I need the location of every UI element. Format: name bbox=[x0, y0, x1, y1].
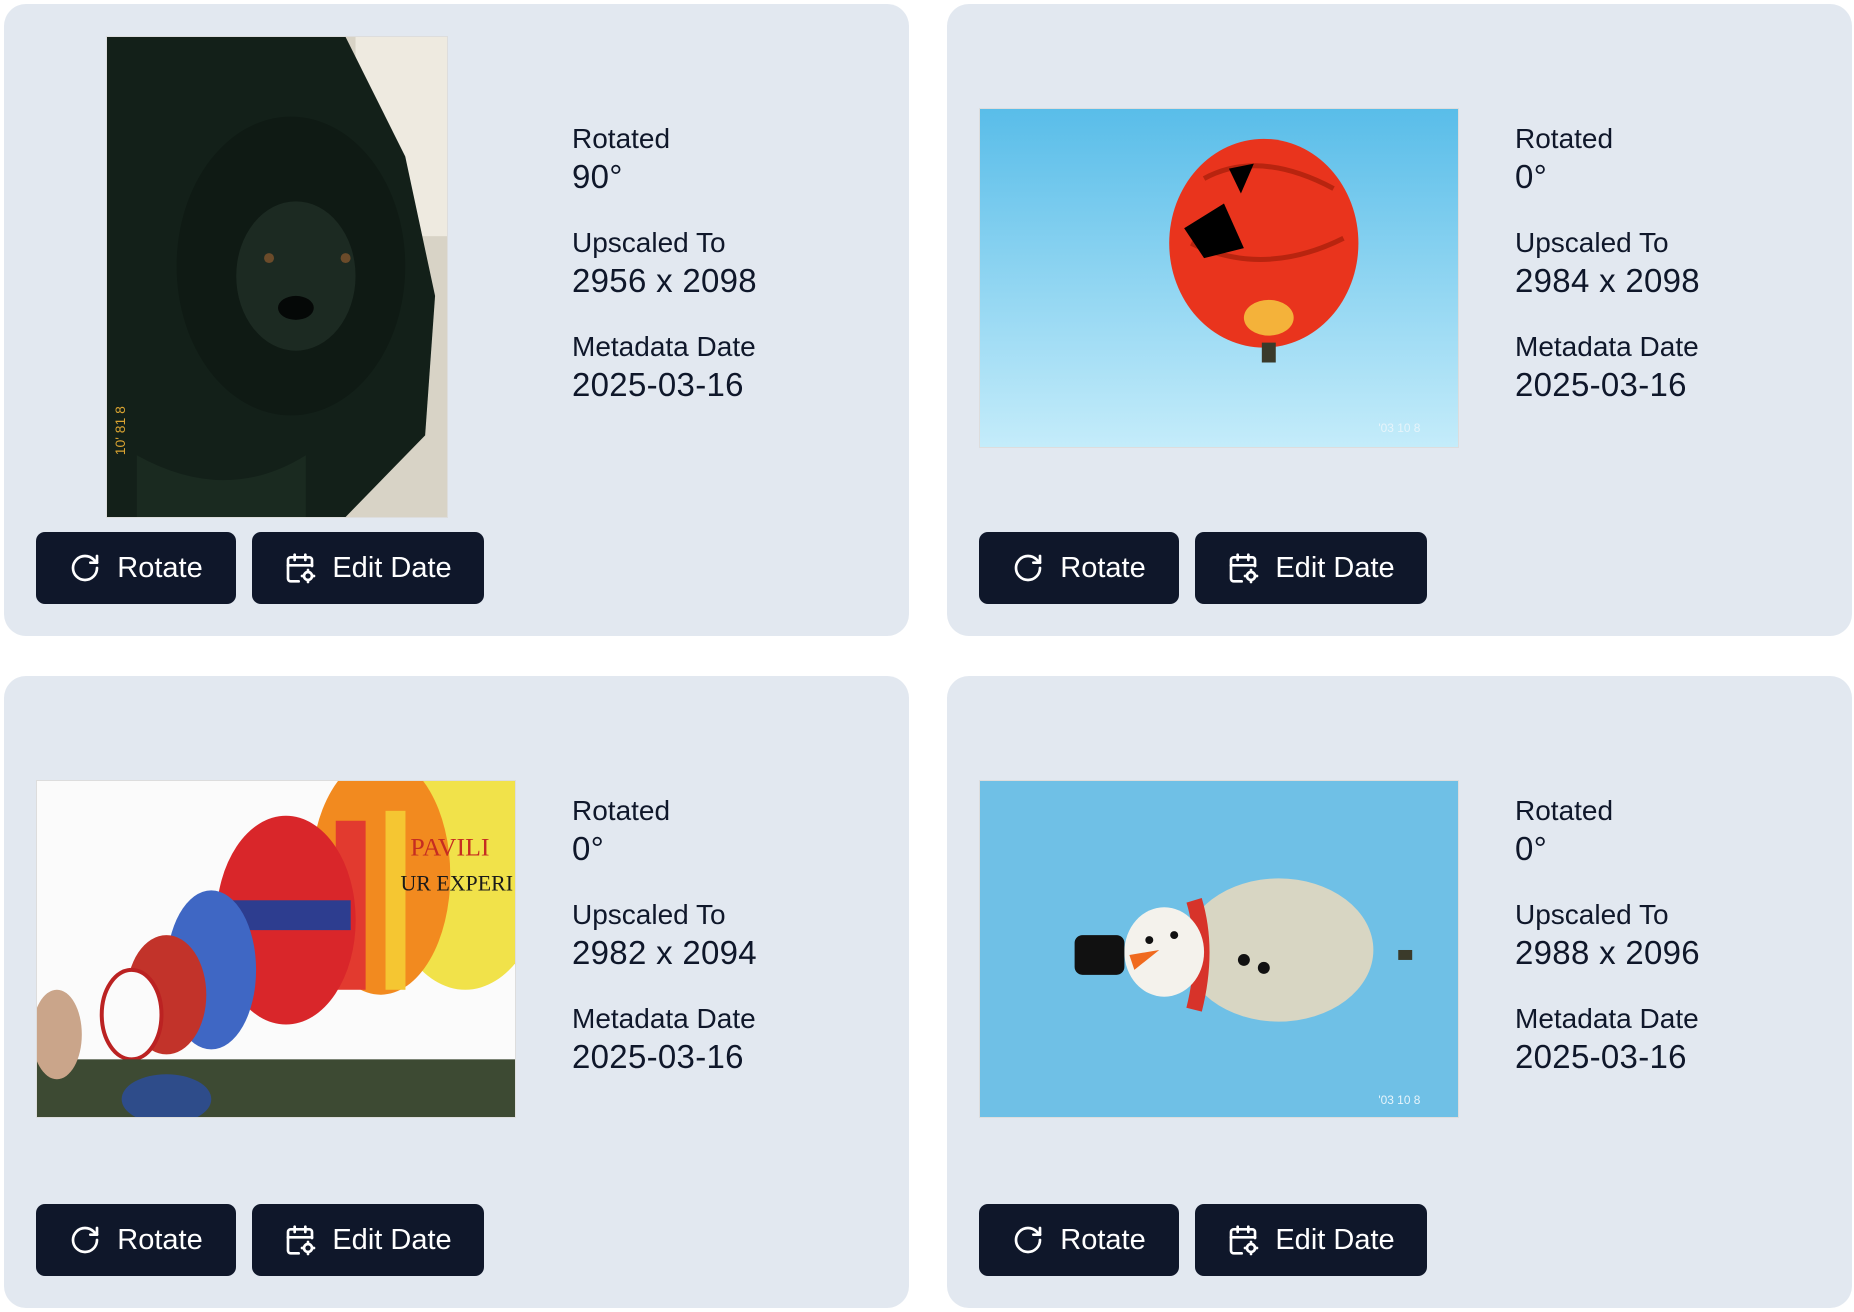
photo-info: Rotated 0° Upscaled To 2984 x 2098 Metad… bbox=[1515, 122, 1700, 406]
edit-date-button-label: Edit Date bbox=[1275, 1223, 1395, 1256]
metadata-date-value: 2025-03-16 bbox=[572, 366, 744, 403]
rotate-button[interactable]: Rotate bbox=[979, 1204, 1179, 1276]
balloon-fiesta-photo: PAVILI UR EXPERI bbox=[36, 780, 516, 1118]
metadata-date-value: 2025-03-16 bbox=[1515, 366, 1687, 403]
upscaled-label: Upscaled To bbox=[1515, 899, 1669, 930]
edit-date-button[interactable]: Edit Date bbox=[252, 1204, 484, 1276]
svg-text:10' 81 8: 10' 81 8 bbox=[112, 406, 128, 455]
photo-card-4: '03 10 8 Rotated 0° Upscaled To 2988 x 2… bbox=[947, 676, 1852, 1308]
rotate-button-label: Rotate bbox=[117, 551, 203, 584]
snowman-balloon-photo: '03 10 8 bbox=[979, 780, 1459, 1118]
rotate-button[interactable]: Rotate bbox=[36, 532, 236, 604]
rotate-button-label: Rotate bbox=[117, 1223, 203, 1256]
rotate-cw-icon bbox=[69, 552, 101, 584]
rotated-label: Rotated bbox=[1515, 123, 1614, 154]
photo-info: Rotated 0° Upscaled To 2988 x 2096 Metad… bbox=[1515, 794, 1700, 1078]
rotate-cw-icon bbox=[69, 1224, 101, 1256]
upscaled-label: Upscaled To bbox=[1515, 227, 1669, 258]
photo-info: Rotated 0° Upscaled To 2982 x 2094 Metad… bbox=[572, 794, 757, 1078]
upscaled-value: 2988 x 2096 bbox=[1515, 934, 1700, 971]
rotated-value: 90° bbox=[572, 158, 623, 195]
metadata-date-label: Metadata Date bbox=[1515, 331, 1699, 362]
photo-card-2: '03 10 8 Rotated 0° Upscaled To 2984 x 2… bbox=[947, 4, 1852, 636]
rotated-label: Rotated bbox=[572, 123, 671, 154]
calendar-cog-icon bbox=[1227, 552, 1259, 584]
svg-text:'03 10 8: '03 10 8 bbox=[1378, 421, 1420, 435]
photo-card-1: 10' 81 8 Rotated 90° Upscaled To 2956 x … bbox=[4, 4, 909, 636]
rotated-value: 0° bbox=[572, 830, 605, 867]
metadata-date-value: 2025-03-16 bbox=[1515, 1038, 1687, 1075]
edit-date-button-label: Edit Date bbox=[332, 1223, 452, 1256]
edit-date-button[interactable]: Edit Date bbox=[1195, 1204, 1427, 1276]
metadata-date-value: 2025-03-16 bbox=[572, 1038, 744, 1075]
rotated-label: Rotated bbox=[1515, 795, 1614, 826]
calendar-cog-icon bbox=[1227, 1224, 1259, 1256]
rotated-value: 0° bbox=[1515, 830, 1548, 867]
photo-info: Rotated 90° Upscaled To 2956 x 2098 Meta… bbox=[572, 122, 757, 406]
rotate-button[interactable]: Rotate bbox=[979, 532, 1179, 604]
upscaled-label: Upscaled To bbox=[572, 227, 726, 258]
metadata-date-label: Metadata Date bbox=[572, 1003, 756, 1034]
upscaled-value: 2956 x 2098 bbox=[572, 262, 757, 299]
photo-card-3: PAVILI UR EXPERI Rotated 0° Upscaled To … bbox=[4, 676, 909, 1308]
svg-text:UR EXPERI: UR EXPERI bbox=[400, 871, 513, 895]
upscaled-label: Upscaled To bbox=[572, 899, 726, 930]
svg-text:'03 10 8: '03 10 8 bbox=[1378, 1093, 1420, 1107]
edit-date-button-label: Edit Date bbox=[332, 551, 452, 584]
edit-date-button[interactable]: Edit Date bbox=[252, 532, 484, 604]
rotate-button-label: Rotate bbox=[1060, 551, 1146, 584]
upscaled-value: 2982 x 2094 bbox=[572, 934, 757, 971]
rotated-value: 0° bbox=[1515, 158, 1548, 195]
svg-text:PAVILI: PAVILI bbox=[410, 833, 489, 862]
rotate-cw-icon bbox=[1012, 1224, 1044, 1256]
upscaled-value: 2984 x 2098 bbox=[1515, 262, 1700, 299]
black-dog-photo: 10' 81 8 bbox=[106, 36, 448, 518]
edit-date-button-label: Edit Date bbox=[1275, 551, 1395, 584]
metadata-date-label: Metadata Date bbox=[1515, 1003, 1699, 1034]
metadata-date-label: Metadata Date bbox=[572, 331, 756, 362]
calendar-cog-icon bbox=[284, 552, 316, 584]
rotate-cw-icon bbox=[1012, 552, 1044, 584]
rotated-label: Rotated bbox=[572, 795, 671, 826]
calendar-cog-icon bbox=[284, 1224, 316, 1256]
edit-date-button[interactable]: Edit Date bbox=[1195, 532, 1427, 604]
pumpkin-balloon-photo: '03 10 8 bbox=[979, 108, 1459, 448]
rotate-button-label: Rotate bbox=[1060, 1223, 1146, 1256]
rotate-button[interactable]: Rotate bbox=[36, 1204, 236, 1276]
